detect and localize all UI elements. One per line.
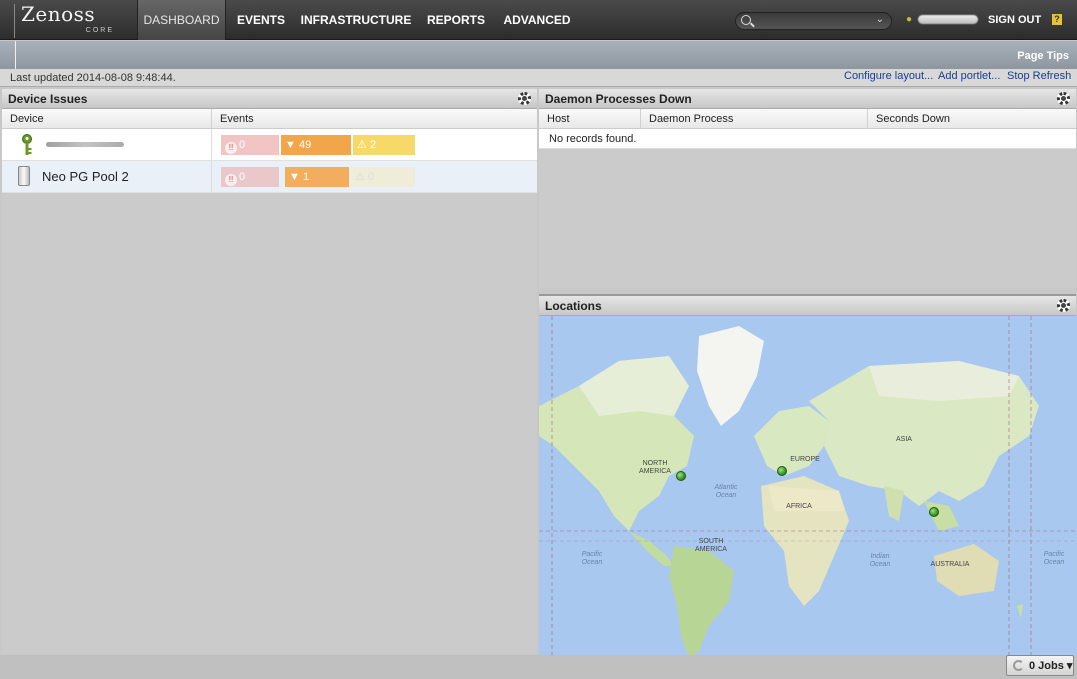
nav-reports[interactable]: REPORTS <box>420 0 492 40</box>
table-row[interactable]: !! 0 ▼ 49 ⚠ 2 <box>2 129 537 161</box>
map-label-pacific: Pacific Ocean <box>581 551 603 566</box>
device-name-redacted[interactable] <box>46 142 124 147</box>
table-header: Device Events <box>2 109 537 129</box>
nav-infrastructure[interactable]: INFRASTRUCTURE <box>298 0 414 40</box>
device-cell <box>2 129 212 160</box>
critical-events-badge[interactable]: !! 0 <box>221 135 279 155</box>
table-row[interactable]: Neo PG Pool 2 !! 0 ▼ 1 ⚠ 0 <box>2 161 537 193</box>
map-label-atlantic: Atlantic Ocean <box>714 484 738 499</box>
map-label-africa: AFRICA <box>786 503 812 510</box>
critical-events-badge[interactable]: !! 0 <box>221 167 279 187</box>
column-device[interactable]: Device <box>2 109 212 129</box>
portlet-title: Device Issues <box>8 92 88 106</box>
error-count: 49 <box>298 139 312 151</box>
events-cell: !! 0 ▼ 1 ⚠ 0 <box>212 161 537 192</box>
username-redacted <box>918 15 978 24</box>
table-header: Host Daemon Process Seconds Down <box>539 109 1076 129</box>
dashboard-info-bar: Last updated 2014-08-08 9:48:44. Configu… <box>0 69 1077 87</box>
sign-out-link[interactable]: SIGN OUT <box>988 14 1041 26</box>
device-cell: Neo PG Pool 2 <box>2 161 212 192</box>
logo-name: Zenoss <box>21 2 96 26</box>
server-icon <box>18 166 30 186</box>
sub-header-bar: Page Tips <box>0 41 1077 69</box>
critical-count: 0 <box>239 139 246 151</box>
map-label-north-america: NORTH AMERICA <box>639 460 671 475</box>
column-host[interactable]: Host <box>539 109 641 129</box>
location-pin[interactable] <box>676 471 686 481</box>
empty-message: No records found. <box>539 129 1076 149</box>
add-portlet-link[interactable]: Add portlet... <box>938 70 1000 82</box>
map-label-pacific: Pacific Ocean <box>1043 551 1065 566</box>
configure-layout-link[interactable]: Configure layout... <box>844 70 933 82</box>
critical-icon: !! <box>225 142 237 154</box>
map-label-indian: Indian Ocean <box>869 553 891 568</box>
logo-edition: CORE <box>85 27 114 34</box>
warning-count: 2 <box>369 139 377 151</box>
divider <box>15 41 16 69</box>
warning-icon: ⚠ <box>357 139 367 151</box>
warning-icon: ⚠ <box>355 171 365 183</box>
map-landmasses <box>539 316 1077 658</box>
error-icon: ▼ <box>285 139 296 151</box>
search-input[interactable]: ⌄ <box>735 12 892 30</box>
jobs-button[interactable]: 0 Jobs ▾ <box>1006 655 1074 676</box>
error-events-badge[interactable]: ▼ 1 <box>285 167 349 187</box>
location-pin[interactable] <box>929 507 939 517</box>
portlet-header: Locations <box>539 296 1076 316</box>
gear-icon[interactable] <box>1057 299 1070 312</box>
page-tips-link[interactable]: Page Tips <box>1017 50 1069 62</box>
jobs-label: 0 Jobs ▾ <box>1029 660 1073 672</box>
world-map[interactable]: NORTH AMERICA EUROPE ASIA AFRICA SOUTH A… <box>539 316 1077 658</box>
chevron-down-icon[interactable]: ⌄ <box>876 14 884 25</box>
portlet-title: Locations <box>545 299 602 313</box>
nav-dashboard[interactable]: DASHBOARD <box>137 0 226 40</box>
warning-events-badge[interactable]: ⚠ 2 <box>353 135 415 155</box>
locations-portlet: Locations NORTH AMERICA EUROPE ASIA AFRI… <box>539 294 1077 658</box>
critical-count: 0 <box>239 171 246 183</box>
map-label-europe: EUROPE <box>790 456 820 463</box>
nav-advanced[interactable]: ADVANCED <box>498 0 576 40</box>
map-label-south-america: SOUTH AMERICA <box>695 538 727 553</box>
gear-icon[interactable] <box>518 92 531 105</box>
portlet-title: Daemon Processes Down <box>545 92 692 106</box>
warning-events-badge[interactable]: ⚠ 0 <box>351 167 415 187</box>
help-icon[interactable]: ? <box>1052 14 1062 25</box>
portlet-header: Device Issues <box>2 89 537 109</box>
key-icon <box>22 134 32 155</box>
last-updated-text: Last updated 2014-08-08 9:48:44. <box>10 72 176 84</box>
column-events[interactable]: Events <box>212 109 537 129</box>
device-name[interactable]: Neo PG Pool 2 <box>42 169 129 184</box>
error-icon: ▼ <box>289 171 300 183</box>
top-navigation-bar: Zenoss CORE DASHBOARD EVENTS INFRASTRUCT… <box>0 0 1077 40</box>
gear-icon[interactable] <box>1057 92 1070 105</box>
portlet-header: Daemon Processes Down <box>539 89 1076 109</box>
map-label-australia: AUSTRALIA <box>930 561 970 568</box>
nav-events[interactable]: EVENTS <box>230 0 292 40</box>
footer-bar: 0 Jobs ▾ <box>0 655 1077 679</box>
warning-count: 0 <box>367 171 375 183</box>
location-pin[interactable] <box>777 466 787 476</box>
critical-icon: !! <box>225 174 237 186</box>
stop-refresh-link[interactable]: Stop Refresh <box>1007 70 1071 82</box>
device-issues-portlet: Device Issues Device Events !! 0 ▼ 49 ⚠ … <box>2 89 537 654</box>
column-daemon-process[interactable]: Daemon Process <box>641 109 868 129</box>
events-cell: !! 0 ▼ 49 ⚠ 2 <box>212 129 537 160</box>
zenoss-logo[interactable]: Zenoss CORE <box>14 4 124 38</box>
refresh-icon <box>1013 660 1024 671</box>
error-count: 1 <box>302 171 310 183</box>
search-icon <box>741 15 751 25</box>
user-icon: ● <box>906 14 913 25</box>
daemon-processes-portlet: Daemon Processes Down Host Daemon Proces… <box>539 89 1076 288</box>
map-label-asia: ASIA <box>896 436 912 443</box>
error-events-badge[interactable]: ▼ 49 <box>281 135 351 155</box>
column-seconds-down[interactable]: Seconds Down <box>868 109 1076 129</box>
